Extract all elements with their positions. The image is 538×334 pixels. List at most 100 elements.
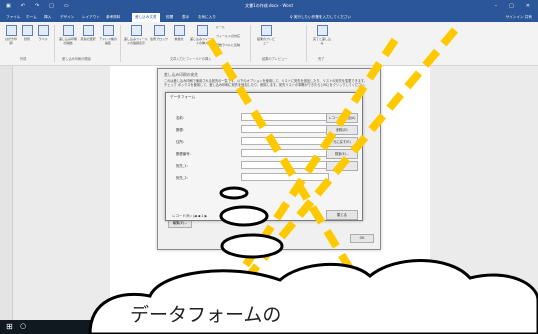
maximize-icon[interactable]: □	[509, 3, 514, 9]
button-label: 差し込み印刷の開始	[58, 37, 77, 45]
button-label: 差し込みフィールドの挿入	[190, 37, 214, 45]
data-form-dialog: データフォーム ✕ 名前: 郵便: 住所: 郵便番号: 宛先_1: 宛先_2: …	[165, 92, 363, 221]
group-divider	[250, 25, 251, 62]
record-navigator: レコード(R): |◀ ◀ 1 ▶	[172, 213, 207, 218]
field-label: 住所:	[176, 140, 184, 144]
find-button[interactable]: 検索(E)...	[326, 149, 358, 159]
button-label: 封筒	[23, 37, 30, 41]
name-field[interactable]	[241, 113, 329, 121]
view-source-button[interactable]	[326, 161, 358, 171]
greeting-button[interactable]: 挨拶文	[170, 25, 188, 41]
taskbar: ⊞ ○	[0, 320, 120, 334]
button-label: はがき印刷	[4, 37, 17, 45]
button-label: ラベル	[38, 37, 48, 41]
insert-field-button[interactable]: 差し込みフィールドの挿入	[190, 25, 214, 45]
user-area[interactable]: サインイン 共有	[506, 15, 532, 20]
window-title: 文書1の作成.docx - Word	[245, 3, 293, 8]
group-preview: 結果のプレビュー	[262, 57, 288, 61]
envelope-button[interactable]: 封筒	[20, 25, 34, 41]
tab-references[interactable]: 参考資料	[106, 15, 120, 20]
tab-file[interactable]: ファイル	[6, 15, 20, 20]
match-fields-button[interactable]: フィールドの対応	[216, 34, 246, 38]
minimize-icon[interactable]: –	[495, 3, 498, 9]
label-button[interactable]: ラベル	[36, 25, 50, 41]
button-label: 宛先の選択	[80, 37, 96, 41]
recipients-icon	[82, 25, 94, 36]
update-labels-button[interactable]: 複数ラベルに反映	[216, 43, 246, 47]
vertical-ruler	[0, 66, 13, 320]
tab-mailings[interactable]: 差し込み文書	[132, 13, 160, 22]
close-icon[interactable]: ✕	[355, 94, 358, 99]
record-label: レコード(R):	[172, 214, 192, 218]
tab-home[interactable]: ホーム	[26, 15, 37, 20]
delete-record-button[interactable]: 削除(D)	[326, 125, 358, 135]
finish-merge-button[interactable]: 完了と差し込み	[312, 25, 332, 45]
tab-review[interactable]: 校閲	[166, 15, 173, 20]
field-input[interactable]	[241, 125, 329, 133]
button-label: 複数ラベルに反映	[216, 43, 241, 47]
tab-design[interactable]: デザイン	[60, 15, 74, 20]
address2-field[interactable]	[241, 173, 329, 181]
rules-button[interactable]: ルール	[216, 25, 244, 29]
tab-view[interactable]: 表示	[182, 15, 189, 20]
dialog-description: これは差し込み印刷で使用される宛先の一覧です。以下のオプションを使用して、リスト…	[164, 79, 368, 88]
field-label: 名前:	[176, 116, 184, 120]
group-divider	[306, 25, 307, 62]
postal-code-field[interactable]	[241, 149, 329, 157]
next-record-icon[interactable]: ▶	[205, 214, 208, 218]
group-divider	[120, 25, 121, 62]
button-label: ルール	[216, 25, 226, 29]
ribbon-tabs: ファイル ホーム 挿入 デザイン レイアウト 参考資料 差し込み文書 校閲 表示…	[0, 13, 538, 22]
field-label: 郵便:	[176, 128, 184, 132]
tell-me-text: 実行したい作業を入力してください	[293, 15, 352, 19]
button-label: 結果のプレビュー	[256, 37, 275, 45]
close-icon[interactable]: ✕	[373, 71, 376, 76]
dialog-title: データフォーム	[170, 95, 196, 99]
select-recipients-button[interactable]: 宛先の選択	[80, 25, 96, 41]
button-label: 完了と差し込み	[312, 37, 331, 45]
first-record-icon[interactable]: |◀	[193, 214, 197, 218]
field-label: 郵便番号:	[176, 152, 191, 156]
prev-record-icon[interactable]: ◀	[198, 214, 201, 218]
postcard-button[interactable]: はがき印刷	[4, 25, 18, 45]
title-bar: ▣ ↶ ↷ □ ▭ 文書1の作成.docx - Word – □ ✕	[0, 0, 538, 13]
merge-icon	[62, 25, 74, 36]
address-block-button[interactable]: 住所ブロック	[150, 25, 168, 41]
windows-start-icon[interactable]: ⊞	[6, 322, 13, 331]
tab-favorites[interactable]: お気に入り	[198, 15, 216, 20]
start-merge-button[interactable]: 差し込み印刷の開始	[58, 25, 78, 45]
highlight-fields-button[interactable]: 差し込みフィールドの強調表示	[124, 25, 148, 45]
tab-layout[interactable]: レイアウト	[82, 15, 100, 20]
group-divider	[54, 25, 55, 62]
address-field[interactable]	[241, 137, 329, 145]
tab-insert[interactable]: 挿入	[44, 15, 51, 20]
button-label: 挨拶文	[174, 37, 184, 41]
finish-icon	[316, 25, 328, 36]
close-button[interactable]: 閉じる	[326, 210, 358, 220]
address1-field[interactable]	[241, 161, 329, 169]
restore-button[interactable]: 元に戻す(R)	[326, 137, 358, 147]
preview-results-button[interactable]: 結果のプレビュー	[256, 25, 276, 45]
group-start: 差し込み印刷の開始	[62, 57, 91, 61]
preview-icon	[260, 25, 272, 36]
field-label: 宛先_2:	[176, 176, 188, 180]
highlight-icon	[130, 25, 142, 36]
tell-me-box[interactable]: ♀ 実行したい作業を入力してください	[290, 15, 351, 20]
envelope-icon	[21, 25, 33, 36]
field-label: 宛先_1:	[176, 164, 188, 168]
group-create: 作成	[20, 57, 27, 61]
record-number[interactable]: 1	[201, 214, 203, 218]
ok-button[interactable]: OK	[350, 234, 374, 243]
button-label: フィールドの対応	[216, 34, 240, 38]
caption-text: データフォームの	[130, 304, 282, 326]
edit-list-button[interactable]: アドレス帳の編集	[98, 25, 118, 45]
close-icon[interactable]: ✕	[526, 3, 530, 9]
group-write-insert: 文章入力とフィールドの挿入	[170, 57, 212, 61]
window-controls: – □ ✕	[495, 3, 530, 9]
greeting-icon	[173, 25, 185, 36]
button-label: アドレス帳の編集	[98, 37, 117, 45]
search-icon[interactable]: ○	[20, 322, 26, 330]
button-label: 差し込みフィールドの強調表示	[124, 37, 148, 45]
ribbon: はがき印刷 封筒 ラベル 作成 差し込み印刷の開始 宛先の選択 アドレス帳の編集…	[0, 22, 538, 66]
add-record-button[interactable]: レコードの追加(A)	[326, 113, 358, 123]
